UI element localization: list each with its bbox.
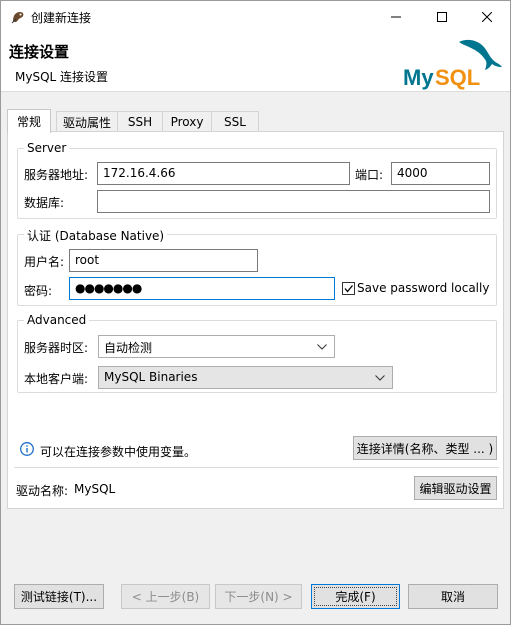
port-input[interactable]: 4000 [391,162,490,185]
client-select[interactable]: MySQL Binaries [98,366,393,389]
page-title: 连接设置 [9,43,70,61]
close-icon [482,11,492,22]
password-input[interactable]: ●●●●●●● [69,277,335,300]
chevron-down-icon [317,344,327,350]
dialog-header: 连接设置 MySQL 连接设置 My SQL [1,32,510,92]
client-label: 本地客户端: [24,372,89,386]
username-label: 用户名: [24,255,65,269]
minimize-icon [391,16,401,17]
tab-proxy[interactable]: Proxy [162,111,212,132]
maximize-button[interactable] [419,1,465,32]
driver-name-label: 驱动名称: [16,484,69,498]
title-bar: 创建新连接 [1,1,510,32]
database-label: 数据库: [24,196,65,210]
server-group: Server 服务器地址: 172.16.4.66 端口: 4000 数据库: [17,141,497,219]
auth-group: 认证 (Database Native) 用户名: root 密码: ●●●●●… [17,227,497,306]
host-label: 服务器地址: [24,168,89,182]
cancel-button[interactable]: 取消 [408,584,498,609]
tab-driver-properties[interactable]: 驱动属性 [56,111,118,132]
minimize-button[interactable] [373,1,419,32]
tab-ssl[interactable]: SSL [211,111,259,132]
port-label: 端口: [355,168,384,182]
save-password-checkbox[interactable] [342,282,355,295]
timezone-select[interactable]: 自动检测 [98,335,335,358]
server-legend: Server [24,141,70,155]
dbeaver-app-icon [11,12,24,24]
connection-dialog: 创建新连接 连接设置 MySQL 连接设置 My SQL 常规 驱动属性 SSH… [0,0,511,625]
general-tab-panel: Server 服务器地址: 172.16.4.66 端口: 4000 数据库: … [7,131,504,509]
timezone-value: 自动检测 [104,341,153,355]
tab-general[interactable]: 常规 [7,109,51,133]
close-button[interactable] [464,1,510,32]
client-value: MySQL Binaries [104,370,198,384]
host-input[interactable]: 172.16.4.66 [97,162,350,185]
next-button[interactable]: 下一步(N) > [215,584,302,609]
divider [14,467,499,468]
variables-info-text: 可以在连接参数中使用变量。 [40,445,197,459]
window-title: 创建新连接 [31,11,92,25]
advanced-legend: Advanced [24,313,90,327]
tab-ssh[interactable]: SSH [117,111,163,132]
info-icon [20,442,34,456]
auth-legend: 认证 (Database Native) [24,227,168,244]
mysql-logo-text-sql: SQL [435,65,480,90]
password-label: 密码: [24,284,53,298]
test-connection-button[interactable]: 测试链接(T)... [14,584,104,609]
save-password-label[interactable]: Save password locally [357,281,489,295]
back-button[interactable]: < 上一步(B) [121,584,210,609]
connection-details-button[interactable]: 连接详情(名称、类型 ... ) [353,436,497,460]
chevron-down-icon [375,375,385,381]
mysql-logo-text-my: My [403,65,434,90]
username-input[interactable]: root [69,249,258,272]
advanced-group: Advanced 服务器时区: 自动检测 本地客户端: MySQL Binari… [17,313,497,393]
driver-name-value: MySQL [74,482,116,496]
checkmark-icon [344,285,353,293]
maximize-icon [437,11,447,22]
timezone-label: 服务器时区: [24,341,89,355]
database-input[interactable] [97,190,490,213]
edit-driver-settings-button[interactable]: 编辑驱动设置 [414,476,497,500]
page-subtitle: MySQL 连接设置 [15,70,109,84]
finish-button[interactable]: 完成(F) [311,584,400,609]
mysql-logo: My SQL [403,39,502,90]
